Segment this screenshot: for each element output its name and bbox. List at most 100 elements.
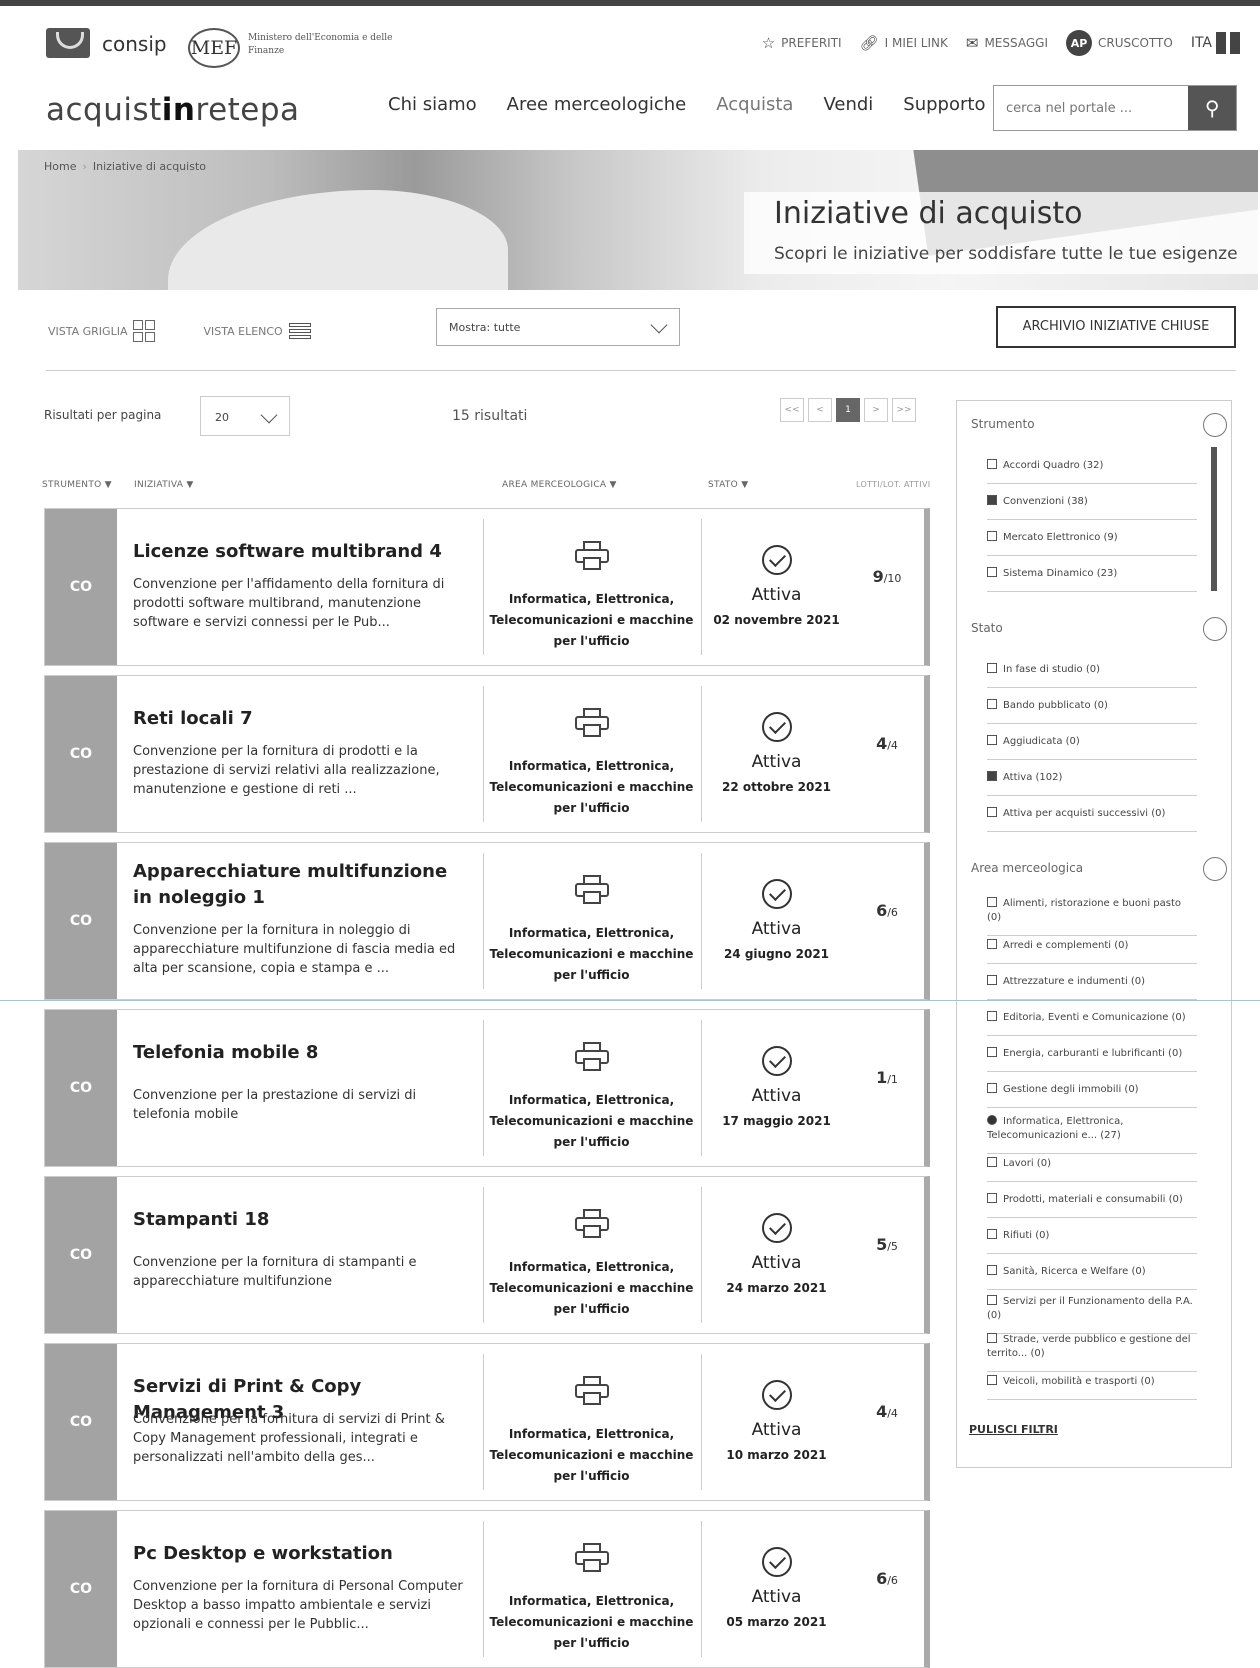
link-icon: 🔗︎ [859, 34, 879, 52]
checkbox[interactable] [987, 1375, 997, 1385]
pager-first[interactable]: << [780, 398, 804, 422]
checkbox[interactable] [987, 975, 997, 985]
filter-option[interactable]: Gestione degli immobili (0) [987, 1083, 1197, 1108]
filter-option[interactable]: Attiva (102) [987, 771, 1197, 796]
checkbox[interactable] [987, 663, 997, 673]
filter-option[interactable]: In fase di studio (0) [987, 663, 1197, 688]
checkbox[interactable] [987, 771, 997, 781]
checkbox[interactable] [987, 567, 997, 577]
nav-item-chi-siamo[interactable]: Chi siamo [388, 94, 477, 115]
filter-option[interactable]: Rifiuti (0) [987, 1229, 1197, 1254]
header-strumento[interactable]: STRUMENTO ▼ [42, 480, 112, 490]
filter-option[interactable]: Energia, carburanti e lubrificanti (0) [987, 1047, 1197, 1072]
filter-option[interactable]: Editoria, Eventi e Comunicazione (0) [987, 1011, 1197, 1036]
filter-option[interactable]: Veicoli, mobilità e trasporti (0) [987, 1375, 1197, 1400]
table-row[interactable]: CO Servizi di Print & Copy Management 3 … [44, 1343, 930, 1501]
checkbox[interactable] [987, 1333, 997, 1343]
checkbox[interactable] [987, 1011, 997, 1021]
language-switch[interactable]: ITA [1191, 32, 1240, 54]
miei-link-link[interactable]: 🔗︎ I MIEI LINK [860, 34, 948, 52]
checkbox[interactable] [987, 939, 997, 949]
row-title[interactable]: Telefonia mobile 8 [133, 1040, 463, 1066]
checkbox[interactable] [987, 807, 997, 817]
breadcrumb-home[interactable]: Home [44, 160, 76, 173]
collapse-toggle[interactable] [1203, 617, 1227, 641]
search-button[interactable]: ⚲ [1188, 86, 1236, 130]
preferiti-link[interactable]: ☆ PREFERITI [762, 34, 842, 52]
header-area[interactable]: AREA MERCEOLOGICA ▼ [502, 480, 617, 490]
row-title[interactable]: Pc Desktop e workstation [133, 1541, 463, 1567]
checkbox[interactable] [987, 1083, 997, 1093]
filter-option[interactable]: Mercato Elettronico (9) [987, 531, 1197, 556]
filter-option[interactable]: Aggiudicata (0) [987, 735, 1197, 760]
row-title[interactable]: Licenze software multibrand 4 [133, 539, 463, 565]
header-stato[interactable]: STATO ▼ [708, 480, 748, 490]
messaggi-link[interactable]: ✉ MESSAGGI [966, 34, 1048, 52]
filter-option[interactable]: Strade, verde pubblico e gestione del te… [987, 1333, 1197, 1372]
page-title: Iniziative di acquisto [744, 192, 1260, 236]
filter-option[interactable]: Bando pubblicato (0) [987, 699, 1197, 724]
search-input[interactable] [994, 86, 1189, 130]
checkbox[interactable] [987, 1265, 997, 1275]
nav-item-aree-merceologiche[interactable]: Aree merceologiche [507, 94, 687, 115]
checkbox[interactable] [987, 897, 997, 907]
table-row[interactable]: CO Apparecchiature multifunzione in nole… [44, 842, 930, 1000]
table-row[interactable]: CO Telefonia mobile 8 Convenzione per la… [44, 1009, 930, 1167]
filter-option[interactable]: Sanità, Ricerca e Welfare (0) [987, 1265, 1197, 1290]
filter-option[interactable]: Alimenti, ristorazione e buoni pasto (0) [987, 897, 1197, 936]
checkbox[interactable] [987, 1047, 997, 1057]
checkbox[interactable] [987, 699, 997, 709]
collapse-toggle[interactable] [1203, 413, 1227, 437]
checkbox[interactable] [987, 1157, 997, 1167]
row-title[interactable]: Stampanti 18 [133, 1207, 463, 1233]
archive-button[interactable]: ARCHIVIO INIZIATIVE CHIUSE [996, 306, 1236, 348]
table-row[interactable]: CO Stampanti 18 Convenzione per la forni… [44, 1176, 930, 1334]
filter-option[interactable]: Informatica, Elettronica, Telecomunicazi… [987, 1115, 1197, 1154]
consip-logo-icon[interactable] [46, 28, 90, 58]
collapse-toggle[interactable] [1203, 857, 1227, 881]
header-iniziativa[interactable]: INIZIATIVA ▼ [134, 480, 194, 490]
filter-option[interactable]: Prodotti, materiali e consumabili (0) [987, 1193, 1197, 1218]
grid-icon [133, 320, 156, 342]
checkbox[interactable] [987, 1295, 997, 1305]
checkbox[interactable] [987, 1115, 997, 1125]
pager-prev[interactable]: < [808, 398, 832, 422]
checkbox[interactable] [987, 531, 997, 541]
checkbox[interactable] [987, 1229, 997, 1239]
checkbox[interactable] [987, 459, 997, 469]
show-filter-select[interactable]: Mostra: tutte [436, 308, 680, 346]
nav-item-supporto[interactable]: Supporto [903, 94, 985, 115]
status-date: 24 giugno 2021 [723, 947, 830, 961]
checkbox[interactable] [987, 1193, 997, 1203]
results-per-page-select[interactable]: 20 [200, 396, 290, 436]
table-row[interactable]: CO Pc Desktop e workstation Convenzione … [44, 1510, 930, 1668]
pager-next[interactable]: > [864, 398, 888, 422]
nav-item-vendi[interactable]: Vendi [823, 94, 873, 115]
table-row[interactable]: CO Licenze software multibrand 4 Convenz… [44, 508, 930, 666]
filter-option[interactable]: Attiva per acquisti successivi (0) [987, 807, 1197, 832]
checkbox[interactable] [987, 735, 997, 745]
row-title[interactable]: Reti locali 7 [133, 706, 463, 732]
clear-filters-link[interactable]: PULISCI FILTRI [969, 1423, 1058, 1436]
filter-option[interactable]: Sistema Dinamico (23) [987, 567, 1197, 592]
brand-logo[interactable]: acquistinretepa [46, 92, 300, 128]
filter-option[interactable]: Lavori (0) [987, 1157, 1197, 1182]
pager-page-1[interactable]: 1 [836, 398, 860, 422]
nav-item-acquista[interactable]: Acquista [716, 94, 793, 115]
table-row[interactable]: CO Reti locali 7 Convenzione per la forn… [44, 675, 930, 833]
consip-name[interactable]: consip [102, 32, 167, 56]
row-title[interactable]: Apparecchiature multifunzione in noleggi… [133, 859, 463, 911]
list-view-button[interactable]: VISTA ELENCO [203, 323, 311, 339]
grid-view-button[interactable]: VISTA GRIGLIA [48, 320, 156, 342]
filter-option[interactable]: Arredi e complementi (0) [987, 939, 1197, 964]
cruscotto-link[interactable]: AP CRUSCOTTO [1065, 30, 1173, 56]
filter-option[interactable]: Servizi per il Funzionamento della P.A. … [987, 1295, 1197, 1334]
filter-option[interactable]: Attrezzature e indumenti (0) [987, 975, 1197, 1000]
filter-option[interactable]: Accordi Quadro (32) [987, 459, 1197, 484]
scrollbar[interactable] [1211, 447, 1217, 591]
filter-option[interactable]: Convenzioni (38) [987, 495, 1197, 520]
checkbox[interactable] [987, 495, 997, 505]
mef-logo[interactable]: MEF [188, 28, 240, 68]
divider [46, 370, 1236, 371]
pager-last[interactable]: >> [892, 398, 916, 422]
